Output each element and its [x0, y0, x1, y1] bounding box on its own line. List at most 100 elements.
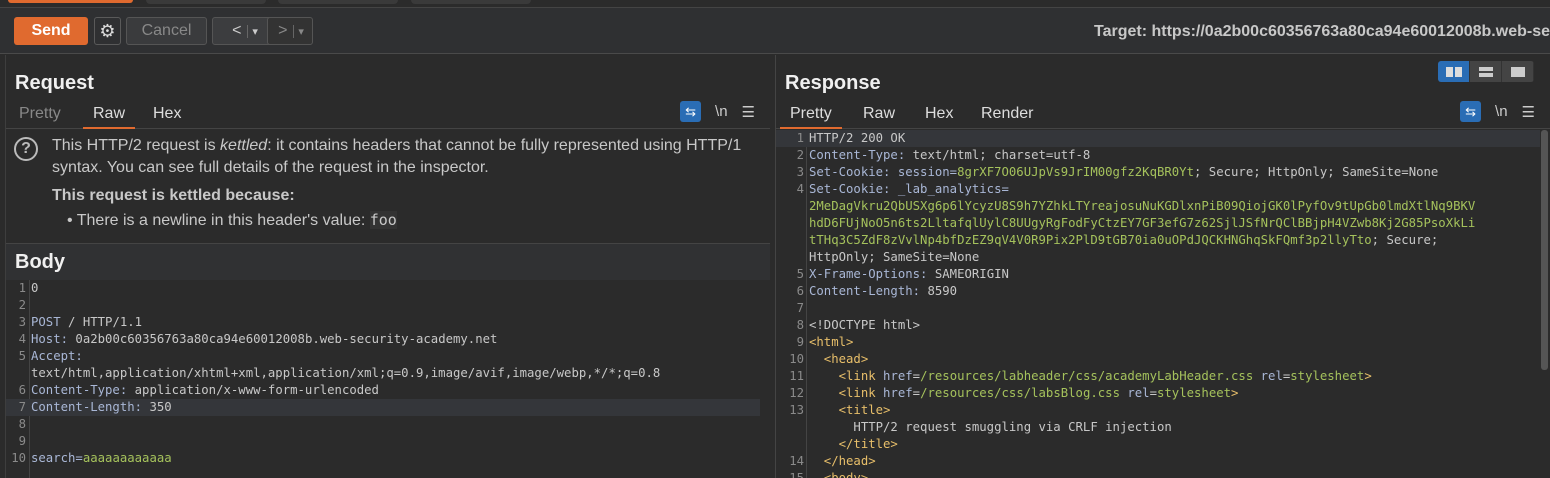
- code-token: tTHq3C5ZdF8zVvlNp4bfDzEZ9qV4V0R9Pix2PlD9…: [809, 233, 1372, 247]
- code-line: 7 Content-Length: 350: [6, 399, 760, 416]
- code-token: /resources/labheader/css/academyLabHeade…: [920, 369, 1261, 383]
- code-line: text/html,application/xhtml+xml,applicat…: [6, 365, 770, 382]
- line-number: 10: [789, 352, 804, 366]
- code-token: </head>: [809, 454, 876, 468]
- code-line: 2 Content-Type: text/html; charset=utf-8: [776, 147, 1550, 164]
- tab-active[interactable]: [8, 0, 133, 3]
- code-token: 0a2b00c60356763a80ca94e60012008b.web-sec…: [68, 332, 498, 346]
- line-number: 2: [18, 298, 26, 312]
- code-token: Content-Length:: [31, 400, 143, 414]
- line-number: 13: [789, 403, 804, 417]
- response-editor[interactable]: 1 HTTP/2 200 OK 2 Content-Type: text/html; …: [776, 130, 1550, 478]
- code-token: 350: [142, 400, 172, 414]
- history-dropdown-icon[interactable]: ▾: [247, 24, 262, 38]
- code-token: session=: [890, 165, 958, 179]
- chevron-left-icon: <: [232, 22, 242, 39]
- tab-pretty[interactable]: Pretty: [780, 105, 842, 129]
- request-editor[interactable]: 1 0 2 3 POST / HTTP/1.1 4 Host: 0a2b00c6035676…: [6, 280, 770, 478]
- tab[interactable]: [278, 0, 398, 4]
- code-line: 6 Content-Type: application/x-www-form-ur…: [6, 382, 770, 399]
- response-tabs: Pretty Raw Hex Render ⇆ \n ☰: [776, 99, 1550, 129]
- code-token: Content-Type:: [809, 148, 906, 162]
- help-question-icon: ?: [14, 137, 38, 161]
- code-token: <html>: [809, 335, 854, 349]
- repeater-toolbar: Send ⚙ Cancel < ▾ > ▾ Target: https://0a2b…: [0, 7, 1550, 54]
- code-token: 8590: [920, 284, 958, 298]
- tab-pretty[interactable]: Pretty: [9, 105, 71, 129]
- code-line: 3 Set-Cookie: session=8grXF7O06UJpVs9JrIM…: [776, 164, 1550, 181]
- code-line: 13 <title>: [776, 402, 1550, 419]
- code-line: HTTP/2 request smuggling via CRLF inject…: [776, 419, 1550, 436]
- tab[interactable]: [411, 0, 531, 4]
- code-token: Content-Length:: [809, 284, 921, 298]
- menu-icon[interactable]: ☰: [742, 103, 755, 121]
- code-token: search=: [31, 451, 83, 465]
- code-line: 6 Content-Length: 8590: [776, 283, 1550, 300]
- menu-icon[interactable]: ☰: [1522, 103, 1535, 121]
- code-token: ; Secure;: [1371, 233, 1439, 247]
- tab-hex[interactable]: Hex: [143, 105, 191, 129]
- layout-toggle: [1438, 61, 1534, 82]
- code-token: text/html,application/xhtml+xml,applicat…: [31, 366, 661, 380]
- target-url[interactable]: Target: https://0a2b00c60356763a80ca94e6…: [1094, 23, 1550, 41]
- tab[interactable]: [146, 0, 266, 4]
- show-newlines-icon[interactable]: \n: [715, 103, 728, 120]
- tab-raw[interactable]: Raw: [853, 105, 905, 129]
- request-title: Request: [15, 72, 94, 94]
- code-token: SAMEORIGIN: [927, 267, 1009, 281]
- code-token: 2MeDagVkru2QbUSXg6p6lYcyzU8S9h7YZhkLTYre…: [809, 199, 1476, 213]
- word-wrap-icon[interactable]: ⇆: [1460, 101, 1482, 122]
- cancel-button[interactable]: Cancel: [126, 17, 207, 45]
- line-number: 7: [18, 400, 26, 414]
- layout-side-by-side-button[interactable]: [1438, 61, 1470, 82]
- code-token: _lab_analytics=: [890, 182, 1009, 196]
- code-line: 11 <link href=/resources/labheader/css/a…: [776, 368, 1550, 385]
- tab-render[interactable]: Render: [971, 105, 1043, 129]
- code-token: <body>: [809, 471, 869, 478]
- code-token: /resources/css/labsBlog.css: [920, 386, 1128, 400]
- code-line: 2: [6, 297, 770, 314]
- code-token: 8grXF7O06UJpVs9JrIM00gfz2KqBR0Yt: [957, 165, 1194, 179]
- code-token: POST: [31, 315, 61, 329]
- line-number: 3: [18, 315, 26, 329]
- body-title: Body: [15, 251, 65, 273]
- line-number: 5: [796, 267, 804, 281]
- line-number: 4: [18, 332, 26, 346]
- settings-gear-icon[interactable]: ⚙: [94, 17, 121, 45]
- line-number: 8: [796, 318, 804, 332]
- send-button[interactable]: Send: [14, 17, 88, 45]
- code-token: >: [1231, 386, 1239, 400]
- kettled-reason-title: This request is kettled because:: [52, 187, 295, 204]
- history-dropdown-icon[interactable]: ▾: [293, 24, 308, 38]
- layout-stacked-button[interactable]: [1470, 61, 1502, 82]
- code-token: / HTTP/1.1: [60, 315, 143, 329]
- request-panel: Request Pretty Raw Hex ⇆ \n ☰ ? This HTT…: [5, 55, 770, 478]
- line-number: 6: [796, 284, 804, 298]
- code-token: Set-Cookie:: [809, 165, 891, 179]
- kettled-reason-item: • There is a newline in this header's va…: [67, 211, 397, 229]
- code-line: tTHq3C5ZdF8zVvlNp4bfDzEZ9qV4V0R9Pix2PlD9…: [776, 232, 1550, 249]
- word-wrap-icon[interactable]: ⇆: [680, 101, 702, 122]
- code-line: hdD6FUjNoO5n6ts2LltafqlUylC8UUgyRgFodFyC…: [776, 215, 1550, 232]
- tab-hex[interactable]: Hex: [915, 105, 963, 129]
- code-token: stylesheet: [1290, 369, 1365, 383]
- layout-single-button[interactable]: [1502, 61, 1534, 82]
- code-token: rel: [1127, 386, 1150, 400]
- line-number: 4: [796, 182, 804, 196]
- code-line: 5 X-Frame-Options: SAMEORIGIN: [776, 266, 1550, 283]
- line-number: 11: [789, 369, 804, 383]
- code-token: =: [912, 369, 921, 383]
- forward-button[interactable]: > ▾: [267, 17, 313, 45]
- code-token: href: [883, 386, 913, 400]
- line-number: 15: [789, 471, 804, 478]
- response-panel: Response Pretty Raw Hex Render ⇆ \n ☰ 1H…: [775, 55, 1550, 478]
- line-number: 8: [18, 417, 26, 431]
- code-token: <link: [809, 369, 884, 383]
- code-token: Host:: [31, 332, 69, 346]
- code-token: X-Frame-Options:: [809, 267, 928, 281]
- tab-raw[interactable]: Raw: [83, 105, 136, 129]
- code-line: 14 </head>: [776, 453, 1550, 470]
- show-newlines-icon[interactable]: \n: [1495, 103, 1508, 120]
- code-token: HTTP/2 request smuggling via CRLF inject…: [809, 420, 1172, 434]
- code-line: 2MeDagVkru2QbUSXg6p6lYcyzU8S9h7YZhkLTYre…: [776, 198, 1550, 215]
